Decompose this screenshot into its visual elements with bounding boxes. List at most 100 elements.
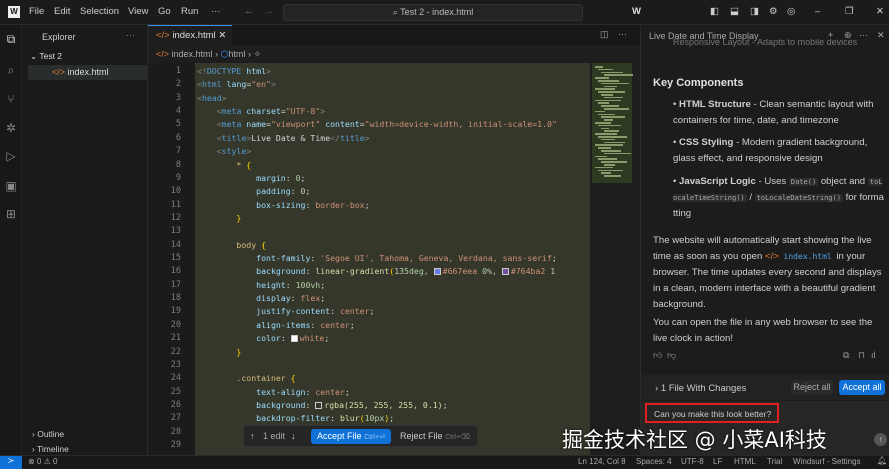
code-line: background: linear-gradient(135deg, #667… — [197, 266, 555, 276]
thumbs-down-icon[interactable]: 👎︎ — [667, 350, 676, 361]
code-token: justify-content — [197, 306, 331, 317]
minimap-line — [604, 96, 623, 99]
breadcrumb-file[interactable]: index.html — [172, 49, 213, 59]
reject-all-button[interactable]: Reject all — [791, 380, 833, 395]
file-name: index.html — [67, 67, 109, 77]
reject-file-button[interactable]: Reject File Ctrl+⌫ — [394, 429, 476, 444]
restore-icon[interactable]: ❐ — [845, 6, 854, 17]
minimap-line — [598, 124, 621, 127]
code-token: : — [305, 400, 316, 410]
color-swatch-icon[interactable] — [315, 402, 323, 409]
code-line: align-items: center; — [197, 320, 355, 330]
code-token: rgba(255, 255, 255, 0.1) — [324, 400, 443, 410]
folder-test2[interactable]: ⌄ Test 2 — [30, 51, 62, 62]
watermark: 掘金技术社区 @ 小菜AI科技 — [562, 428, 827, 452]
timeline-label: Timeline — [37, 444, 69, 454]
code-line: <title>Live Date & Time</title> — [197, 133, 370, 143]
run-icon[interactable]: ▷ — [4, 149, 18, 163]
windsurf-icon[interactable]: W — [632, 6, 641, 17]
minimize-icon[interactable]: – — [815, 6, 820, 17]
code-token: meta — [221, 119, 242, 130]
prev-edit-icon[interactable]: ↑ — [250, 431, 255, 441]
minimap-line — [598, 91, 625, 93]
thumbs-up-icon[interactable]: 👍︎ — [653, 350, 662, 361]
code-token: 1 — [545, 266, 556, 277]
file-link[interactable]: index.html — [782, 252, 834, 261]
cursor-position[interactable]: Ln 124, Col 8 — [578, 457, 626, 466]
remote-indicator-icon[interactable]: ≻ — [0, 456, 22, 469]
explorer-icon[interactable]: ⧉ — [4, 32, 18, 46]
send-icon[interactable]: ↑ — [874, 433, 887, 446]
indentation[interactable]: Spaces: 4 — [636, 457, 672, 466]
forward-arrow-icon[interactable]: → — [264, 6, 274, 17]
chat-input[interactable]: Can you make this look better? — [645, 403, 779, 423]
section-heading: Key Components — [653, 77, 744, 89]
toggle-panel-icon[interactable]: ⬓ — [730, 6, 739, 17]
outline-section[interactable]: › Outline — [32, 429, 64, 439]
minimap-line — [595, 66, 603, 68]
notifications-icon[interactable]: 🔔︎ — [877, 456, 887, 465]
source-control-icon[interactable]: ⑂ — [4, 92, 18, 106]
minimap-line — [604, 164, 615, 166]
html-file-icon: </> — [156, 30, 173, 41]
breadcrumb-html[interactable]: html — [228, 49, 245, 59]
trial-badge[interactable]: Trial — [767, 457, 782, 466]
remote-icon[interactable]: ▣ — [4, 179, 18, 193]
tab-index-html[interactable]: </> index.html ✕ — [148, 25, 232, 45]
breadcrumb: </> index.html › ⬡html › ✧ — [156, 49, 261, 59]
back-arrow-icon[interactable]: ← — [244, 6, 254, 17]
stats-icon[interactable]: ıl — [871, 350, 876, 360]
menu-view[interactable]: View — [128, 6, 148, 17]
extensions-icon[interactable]: ⊞ — [4, 207, 18, 221]
code-line: <head> — [197, 93, 227, 103]
file-changes-toggle[interactable]: › 1 File With Changes — [655, 383, 746, 394]
toggle-secondary-sidebar-icon[interactable]: ◨ — [750, 6, 759, 17]
gear-icon[interactable]: ⚙ — [769, 6, 778, 17]
menu-more[interactable]: ··· — [211, 6, 221, 17]
menu-run[interactable]: Run — [181, 6, 198, 17]
copy-icon[interactable]: ⧉ — [843, 350, 849, 361]
windsurf-settings[interactable]: Windsurf - Settings — [793, 457, 861, 466]
split-editor-icon[interactable]: ◫ — [600, 29, 609, 40]
problems-count[interactable]: ⊗ 0 ⚠ 0 — [28, 457, 57, 466]
inline-code: Date() — [788, 178, 819, 186]
line-ending[interactable]: LF — [713, 457, 722, 466]
close-tab-icon[interactable]: ✕ — [218, 30, 226, 41]
toggle-sidebar-icon[interactable]: ◧ — [710, 6, 719, 17]
changes-bar: › 1 File With Changes Reject all Accept … — [641, 375, 889, 400]
search-icon[interactable]: ⌕ — [4, 63, 18, 77]
code-line: .container { — [197, 373, 295, 383]
close-window-icon[interactable]: ✕ — [876, 6, 884, 17]
code-token: ; — [551, 253, 557, 264]
minimap[interactable] — [592, 63, 633, 183]
more-actions-icon[interactable]: ··· — [618, 29, 627, 39]
color-swatch-icon[interactable] — [501, 268, 509, 276]
command-search[interactable]: ⌕ Test 2 - index.html — [283, 4, 583, 21]
debug-icon[interactable]: ✲ — [4, 121, 18, 135]
account-icon[interactable]: ◎ — [787, 6, 795, 17]
encoding[interactable]: UTF-8 — [681, 457, 704, 466]
code-line: <html lang="en"> — [197, 79, 276, 89]
menu-file[interactable]: File — [29, 6, 44, 17]
accept-all-button[interactable]: Accept all — [839, 380, 885, 395]
menu-go[interactable]: Go — [158, 6, 171, 17]
color-swatch-icon[interactable] — [290, 335, 298, 343]
code-token: ; — [344, 386, 350, 397]
code-editor[interactable]: <!DOCTYPE html> <html lang="en"> <head> <m… — [195, 63, 590, 455]
file-index-html[interactable]: </> index.html — [28, 65, 148, 80]
bullet-bold: CSS Styling — [679, 137, 734, 148]
minimap-line — [601, 116, 625, 118]
timeline-section[interactable]: › Timeline — [32, 444, 69, 454]
code-token: : — [330, 306, 340, 317]
code-token: Live Date & Time — [251, 132, 331, 143]
next-edit-icon[interactable]: ↓ — [291, 431, 296, 441]
language-mode[interactable]: HTML — [734, 457, 756, 466]
minimap-line — [601, 71, 623, 74]
more-icon[interactable]: ··· — [126, 30, 135, 40]
bookmark-icon[interactable]: ⊓ — [858, 350, 865, 361]
accept-file-button[interactable]: Accept File Ctrl+⏎ — [311, 429, 391, 444]
color-swatch-icon[interactable] — [433, 268, 441, 276]
code-token: meta — [221, 106, 242, 117]
menu-edit[interactable]: Edit — [54, 6, 70, 17]
menu-selection[interactable]: Selection — [80, 6, 119, 17]
